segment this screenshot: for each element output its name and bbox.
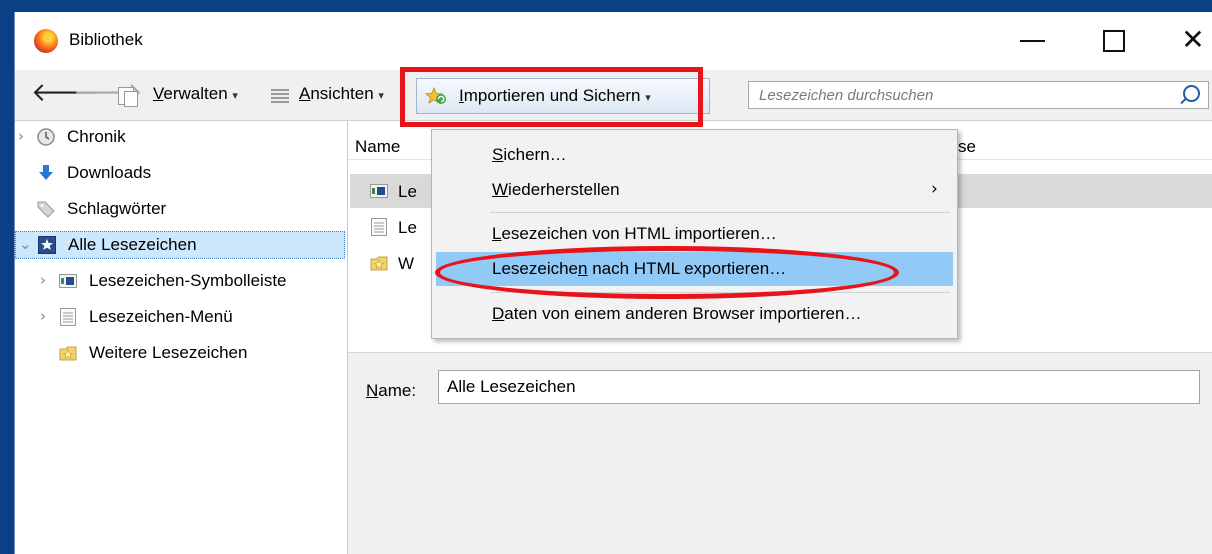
window-title: Bibliothek [69, 30, 143, 49]
search-icon[interactable] [1183, 85, 1200, 102]
sidebar-item-label: Lesezeichen-Menü [89, 307, 233, 326]
maximize-icon [1103, 30, 1125, 52]
accesskey: W [492, 180, 509, 199]
library-window: Bibliothek ✕ 🡐 🡒 Verwalten ▾ Ansichten ▾ [14, 12, 1212, 554]
bookmarks-star-icon [38, 236, 56, 254]
manage-accesskey: V [153, 84, 164, 103]
firefox-icon [34, 29, 58, 53]
sidebar-item-label: Chronik [67, 127, 126, 146]
annotation-highlight-ellipse [435, 246, 899, 299]
label-text: aten von einem anderen Browser importier… [504, 304, 862, 323]
minimize-button[interactable] [1010, 20, 1056, 60]
menu-item-label: Sichern… [492, 145, 567, 165]
accesskey: S [492, 145, 504, 164]
library-sidebar: › Chronik Downloads Schlagwörter ⌄ Alle … [15, 121, 348, 554]
chevron-down-icon: ▾ [232, 90, 238, 102]
other-bookmarks-folder-icon [59, 346, 77, 361]
tag-icon [37, 201, 55, 218]
minimize-icon [1020, 40, 1045, 42]
views-icon [271, 89, 289, 103]
details-pane: Name: [348, 352, 1212, 554]
label-text: ichern… [503, 145, 567, 164]
name-accesskey: N [366, 381, 379, 400]
row-label: Le [398, 182, 417, 201]
sidebar-item-label: Weitere Lesezeichen [89, 343, 248, 362]
sidebar-item-label: Schlagwörter [67, 199, 167, 218]
title-bar: Bibliothek ✕ [15, 12, 1212, 70]
row-label: W [398, 254, 415, 273]
sidebar-item-downloads[interactable]: Downloads [15, 159, 345, 187]
manage-label: erwalten [163, 84, 228, 103]
sidebar-item-other-bookmarks[interactable]: Weitere Lesezeichen [15, 339, 345, 367]
menu-item-label: Lesezeichen von HTML importieren… [492, 224, 777, 244]
accesskey: D [492, 304, 505, 323]
sidebar-item-label: Downloads [67, 163, 152, 182]
column-header-address[interactable]: se [958, 137, 976, 157]
history-clock-icon [37, 128, 55, 146]
search-box [748, 81, 1209, 109]
sidebar-item-bookmarks-menu[interactable]: › Lesezeichen-Menü [15, 303, 345, 331]
views-label: nsichten [310, 84, 374, 103]
sidebar-item-history[interactable]: › Chronik [15, 123, 345, 151]
views-menu-button[interactable]: Ansichten ▾ [299, 84, 384, 104]
name-field[interactable] [438, 370, 1200, 404]
chevron-down-icon: ▾ [378, 90, 384, 102]
column-header-name[interactable]: Name [355, 137, 400, 157]
menu-separator [490, 212, 950, 213]
expand-arrow-icon[interactable]: › [40, 271, 54, 289]
sidebar-item-bookmarks-toolbar[interactable]: › Lesezeichen-Symbolleiste [15, 267, 345, 295]
menu-item-label: Wiederherstellen [492, 180, 620, 200]
menu-item-backup[interactable]: Sichern… [436, 138, 953, 172]
sidebar-item-tags[interactable]: Schlagwörter [15, 195, 345, 223]
row-label: Le [398, 218, 417, 237]
annotation-highlight-box [400, 67, 703, 127]
bookmarks-menu-icon [60, 308, 76, 326]
other-bookmarks-folder-icon [370, 256, 388, 271]
import-backup-menu: Sichern… Wiederherstellen › Lesezeichen … [431, 129, 958, 339]
expand-arrow-icon[interactable]: › [40, 307, 54, 325]
expand-arrow-icon[interactable]: › [18, 127, 32, 145]
search-input[interactable] [749, 82, 1179, 108]
manage-icon [118, 87, 138, 107]
manage-menu-button[interactable]: Verwalten ▾ [153, 84, 238, 104]
chevron-right-icon: › [931, 179, 938, 199]
views-accesskey: A [299, 84, 311, 103]
bookmarks-menu-icon [371, 218, 387, 236]
sidebar-item-all-bookmarks[interactable]: ⌄ Alle Lesezeichen [15, 231, 345, 259]
name-label-text: ame: [378, 381, 417, 400]
download-arrow-icon [39, 165, 53, 180]
sidebar-item-label: Lesezeichen-Symbolleiste [89, 271, 287, 290]
collapse-arrow-icon[interactable]: ⌄ [19, 235, 33, 253]
maximize-button[interactable] [1090, 20, 1136, 60]
menu-item-label: Daten von einem anderen Browser importie… [492, 304, 861, 324]
menu-item-restore[interactable]: Wiederherstellen › [436, 173, 953, 207]
bookmarks-toolbar-icon [59, 274, 77, 288]
name-field-label: Name: [366, 381, 416, 401]
close-button[interactable]: ✕ [1170, 20, 1212, 60]
menu-item-import-other-browser[interactable]: Daten von einem anderen Browser importie… [436, 297, 953, 331]
label-text: iederherstellen [508, 180, 620, 199]
sidebar-item-label: Alle Lesezeichen [68, 235, 197, 254]
bookmarks-toolbar-icon [370, 184, 388, 198]
close-icon: ✕ [1181, 23, 1205, 56]
label-text: esezeichen von HTML importieren… [501, 224, 777, 243]
